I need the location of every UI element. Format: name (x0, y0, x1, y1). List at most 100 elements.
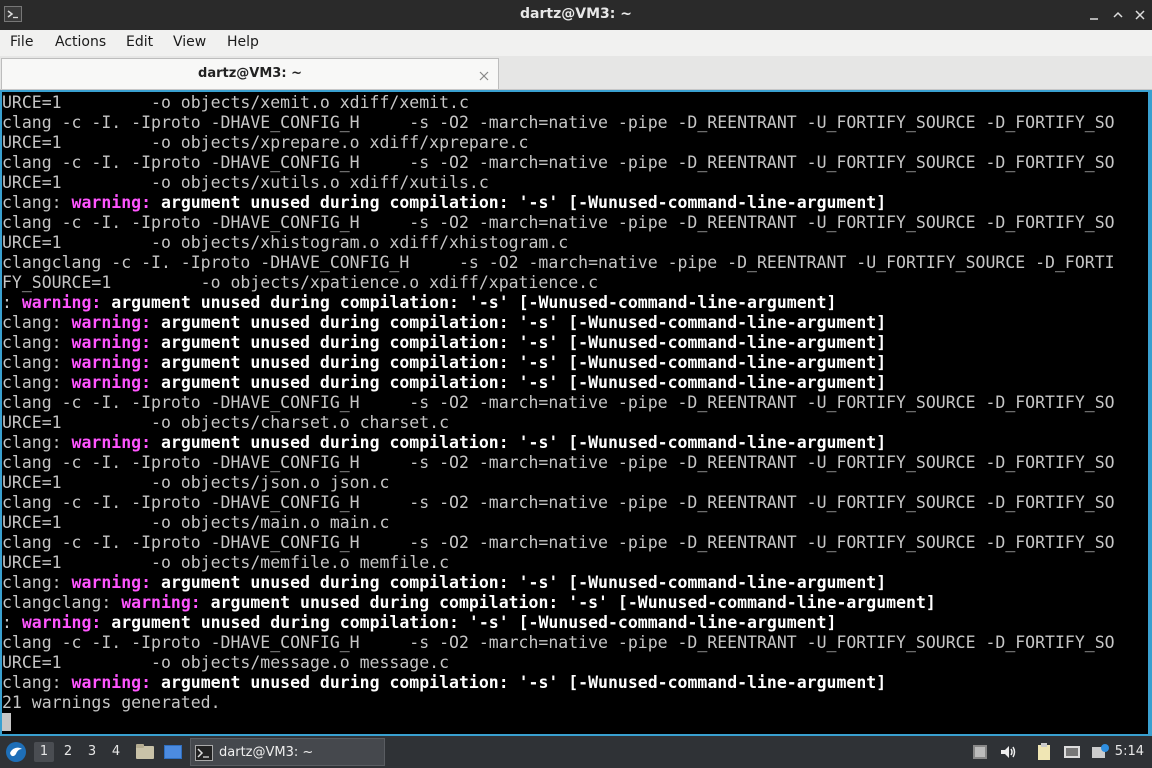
line-text: clang -c -I. -Iproto -DHAVE_CONFIG_H -s … (2, 213, 1115, 232)
task-label: dartz@VM3: ~ (219, 745, 314, 760)
warning-label: warning: (71, 373, 152, 392)
terminal-line: URCE=1 -o objects/xhistogram.o xdiff/xhi… (2, 233, 1115, 253)
line-text: argument unused during compilation: '-s'… (101, 293, 837, 312)
terminal-line: clang -c -I. -Iproto -DHAVE_CONFIG_H -s … (2, 453, 1115, 473)
terminal-line: clang -c -I. -Iproto -DHAVE_CONFIG_H -s … (2, 113, 1115, 133)
terminal-output[interactable]: URCE=1 -o objects/xemit.o xdiff/xemit.c c… (2, 92, 1148, 734)
window-titlebar: dartz@VM3: ~ (0, 0, 1152, 30)
window-title: dartz@VM3: ~ (520, 6, 632, 22)
line-text: clang -c -I. -Iproto -DHAVE_CONFIG_H -s … (2, 493, 1115, 512)
warning-label: warning: (71, 353, 152, 372)
terminal-line: URCE=1 -o objects/xutils.o xdiff/xutils.… (2, 173, 1115, 193)
line-text: URCE=1 -o objects/charset.o charset.c (2, 413, 450, 432)
terminal-line: clang -c -I. -Iproto -DHAVE_CONFIG_H -s … (2, 533, 1115, 553)
line-text: clangclang -c -I. -Iproto -DHAVE_CONFIG_… (2, 253, 1115, 272)
close-tab-icon[interactable] (478, 67, 490, 81)
network-icon[interactable] (1062, 742, 1082, 762)
maximize-icon[interactable] (1110, 7, 1126, 23)
text-cursor (2, 713, 11, 731)
line-text: 21 warnings generated. (2, 693, 221, 712)
line-text: clang: (2, 333, 72, 352)
warning-label: warning: (71, 193, 152, 212)
terminal-tab[interactable]: dartz@VM3: ~ (1, 58, 499, 89)
menu-bar: File Actions Edit View Help (0, 30, 1152, 56)
show-desktop-icon[interactable] (162, 741, 184, 763)
line-text: URCE=1 -o objects/xprepare.o xdiff/xprep… (2, 133, 529, 152)
menu-help[interactable]: Help (227, 34, 259, 50)
clock[interactable]: 5:14 (1115, 744, 1144, 759)
terminal-line: URCE=1 -o objects/main.o main.c (2, 513, 1115, 533)
line-text: clang -c -I. -Iproto -DHAVE_CONFIG_H -s … (2, 453, 1115, 472)
terminal-line: clang -c -I. -Iproto -DHAVE_CONFIG_H -s … (2, 393, 1115, 413)
terminal-line: URCE=1 -o objects/xprepare.o xdiff/xprep… (2, 133, 1115, 153)
taskbar: 1 2 3 4 dartz@VM3: ~ 5:14 (0, 736, 1152, 768)
line-text: clang -c -I. -Iproto -DHAVE_CONFIG_H -s … (2, 393, 1115, 412)
line-text: clang: (2, 193, 72, 212)
workspace-1[interactable]: 1 (34, 742, 54, 762)
screen-icon[interactable] (970, 742, 990, 762)
close-window-icon[interactable] (1132, 7, 1148, 23)
volume-icon[interactable] (998, 742, 1018, 762)
prompt-line (2, 713, 1115, 733)
menu-actions[interactable]: Actions (55, 34, 106, 50)
line-text: clangclang: (2, 593, 122, 612)
terminal-line: clang: warning: argument unused during c… (2, 193, 1115, 213)
workspace-2[interactable]: 2 (58, 742, 78, 762)
tab-label: dartz@VM3: ~ (198, 66, 302, 81)
terminal-line: URCE=1 -o objects/json.o json.c (2, 473, 1115, 493)
line-text: URCE=1 -o objects/message.o message.c (2, 653, 450, 672)
workspace-4[interactable]: 4 (106, 742, 126, 762)
warning-label: warning: (21, 613, 102, 632)
menu-file[interactable]: File (10, 34, 33, 50)
terminal-line: : warning: argument unused during compil… (2, 293, 1115, 313)
tab-bar: dartz@VM3: ~ (0, 56, 1152, 90)
warning-label: warning: (21, 293, 102, 312)
line-text: clang: (2, 573, 72, 592)
line-text: clang -c -I. -Iproto -DHAVE_CONFIG_H -s … (2, 153, 1115, 172)
line-text: URCE=1 -o objects/xemit.o xdiff/xemit.c (2, 93, 469, 112)
terminal-line: URCE=1 -o objects/xemit.o xdiff/xemit.c (2, 93, 1115, 113)
workspace-3[interactable]: 3 (82, 742, 102, 762)
notifications-icon[interactable] (1090, 742, 1110, 762)
line-text: URCE=1 -o objects/xhistogram.o xdiff/xhi… (2, 233, 569, 252)
terminal-line: clang: warning: argument unused during c… (2, 333, 1115, 353)
minimize-icon[interactable] (1086, 7, 1102, 23)
warning-label: warning: (71, 433, 152, 452)
warning-label: warning: (71, 333, 152, 352)
line-text: URCE=1 -o objects/main.o main.c (2, 513, 390, 532)
warning-label: warning: (121, 593, 201, 612)
terminal-frame: URCE=1 -o objects/xemit.o xdiff/xemit.c c… (0, 90, 1152, 736)
line-text: argument unused during compilation: '-s'… (151, 313, 887, 332)
terminal-line: : warning: argument unused during compil… (2, 613, 1115, 633)
terminal-line: FY_SOURCE=1 -o objects/xpatience.o xdiff… (2, 273, 1115, 293)
terminal-scrollbar[interactable] (1144, 92, 1148, 734)
line-text: argument unused during compilation: '-s'… (151, 673, 887, 692)
line-text: argument unused during compilation: '-s'… (151, 373, 887, 392)
menu-edit[interactable]: Edit (126, 34, 153, 50)
terminal-line: clang: warning: argument unused during c… (2, 353, 1115, 373)
terminal-lines: URCE=1 -o objects/xemit.o xdiff/xemit.c c… (2, 93, 1115, 733)
terminal-line: URCE=1 -o objects/charset.o charset.c (2, 413, 1115, 433)
warning-label: warning: (71, 673, 152, 692)
line-text: clang -c -I. -Iproto -DHAVE_CONFIG_H -s … (2, 533, 1115, 552)
menu-view[interactable]: View (173, 34, 206, 50)
line-text: URCE=1 -o objects/xutils.o xdiff/xutils.… (2, 173, 489, 192)
line-text: argument unused during compilation: '-s'… (151, 573, 887, 592)
line-text: : (2, 293, 22, 312)
warning-label: warning: (71, 313, 152, 332)
line-text: argument unused during compilation: '-s'… (151, 193, 887, 212)
clipboard-icon[interactable] (1034, 742, 1054, 762)
line-text: URCE=1 -o objects/json.o json.c (2, 473, 390, 492)
start-menu-icon[interactable] (4, 740, 28, 764)
terminal-line: URCE=1 -o objects/message.o message.c (2, 653, 1115, 673)
warning-label: warning: (71, 573, 152, 592)
terminal-line: clang: warning: argument unused during c… (2, 573, 1115, 593)
line-text: clang -c -I. -Iproto -DHAVE_CONFIG_H -s … (2, 113, 1115, 132)
line-text: clang: (2, 373, 72, 392)
line-text: argument unused during compilation: '-s'… (101, 613, 837, 632)
line-text: argument unused during compilation: '-s'… (200, 593, 936, 612)
taskbar-terminal-task[interactable]: dartz@VM3: ~ (190, 738, 385, 766)
line-text: argument unused during compilation: '-s'… (151, 353, 887, 372)
file-manager-icon[interactable] (134, 741, 156, 763)
line-text: argument unused during compilation: '-s'… (151, 333, 887, 352)
